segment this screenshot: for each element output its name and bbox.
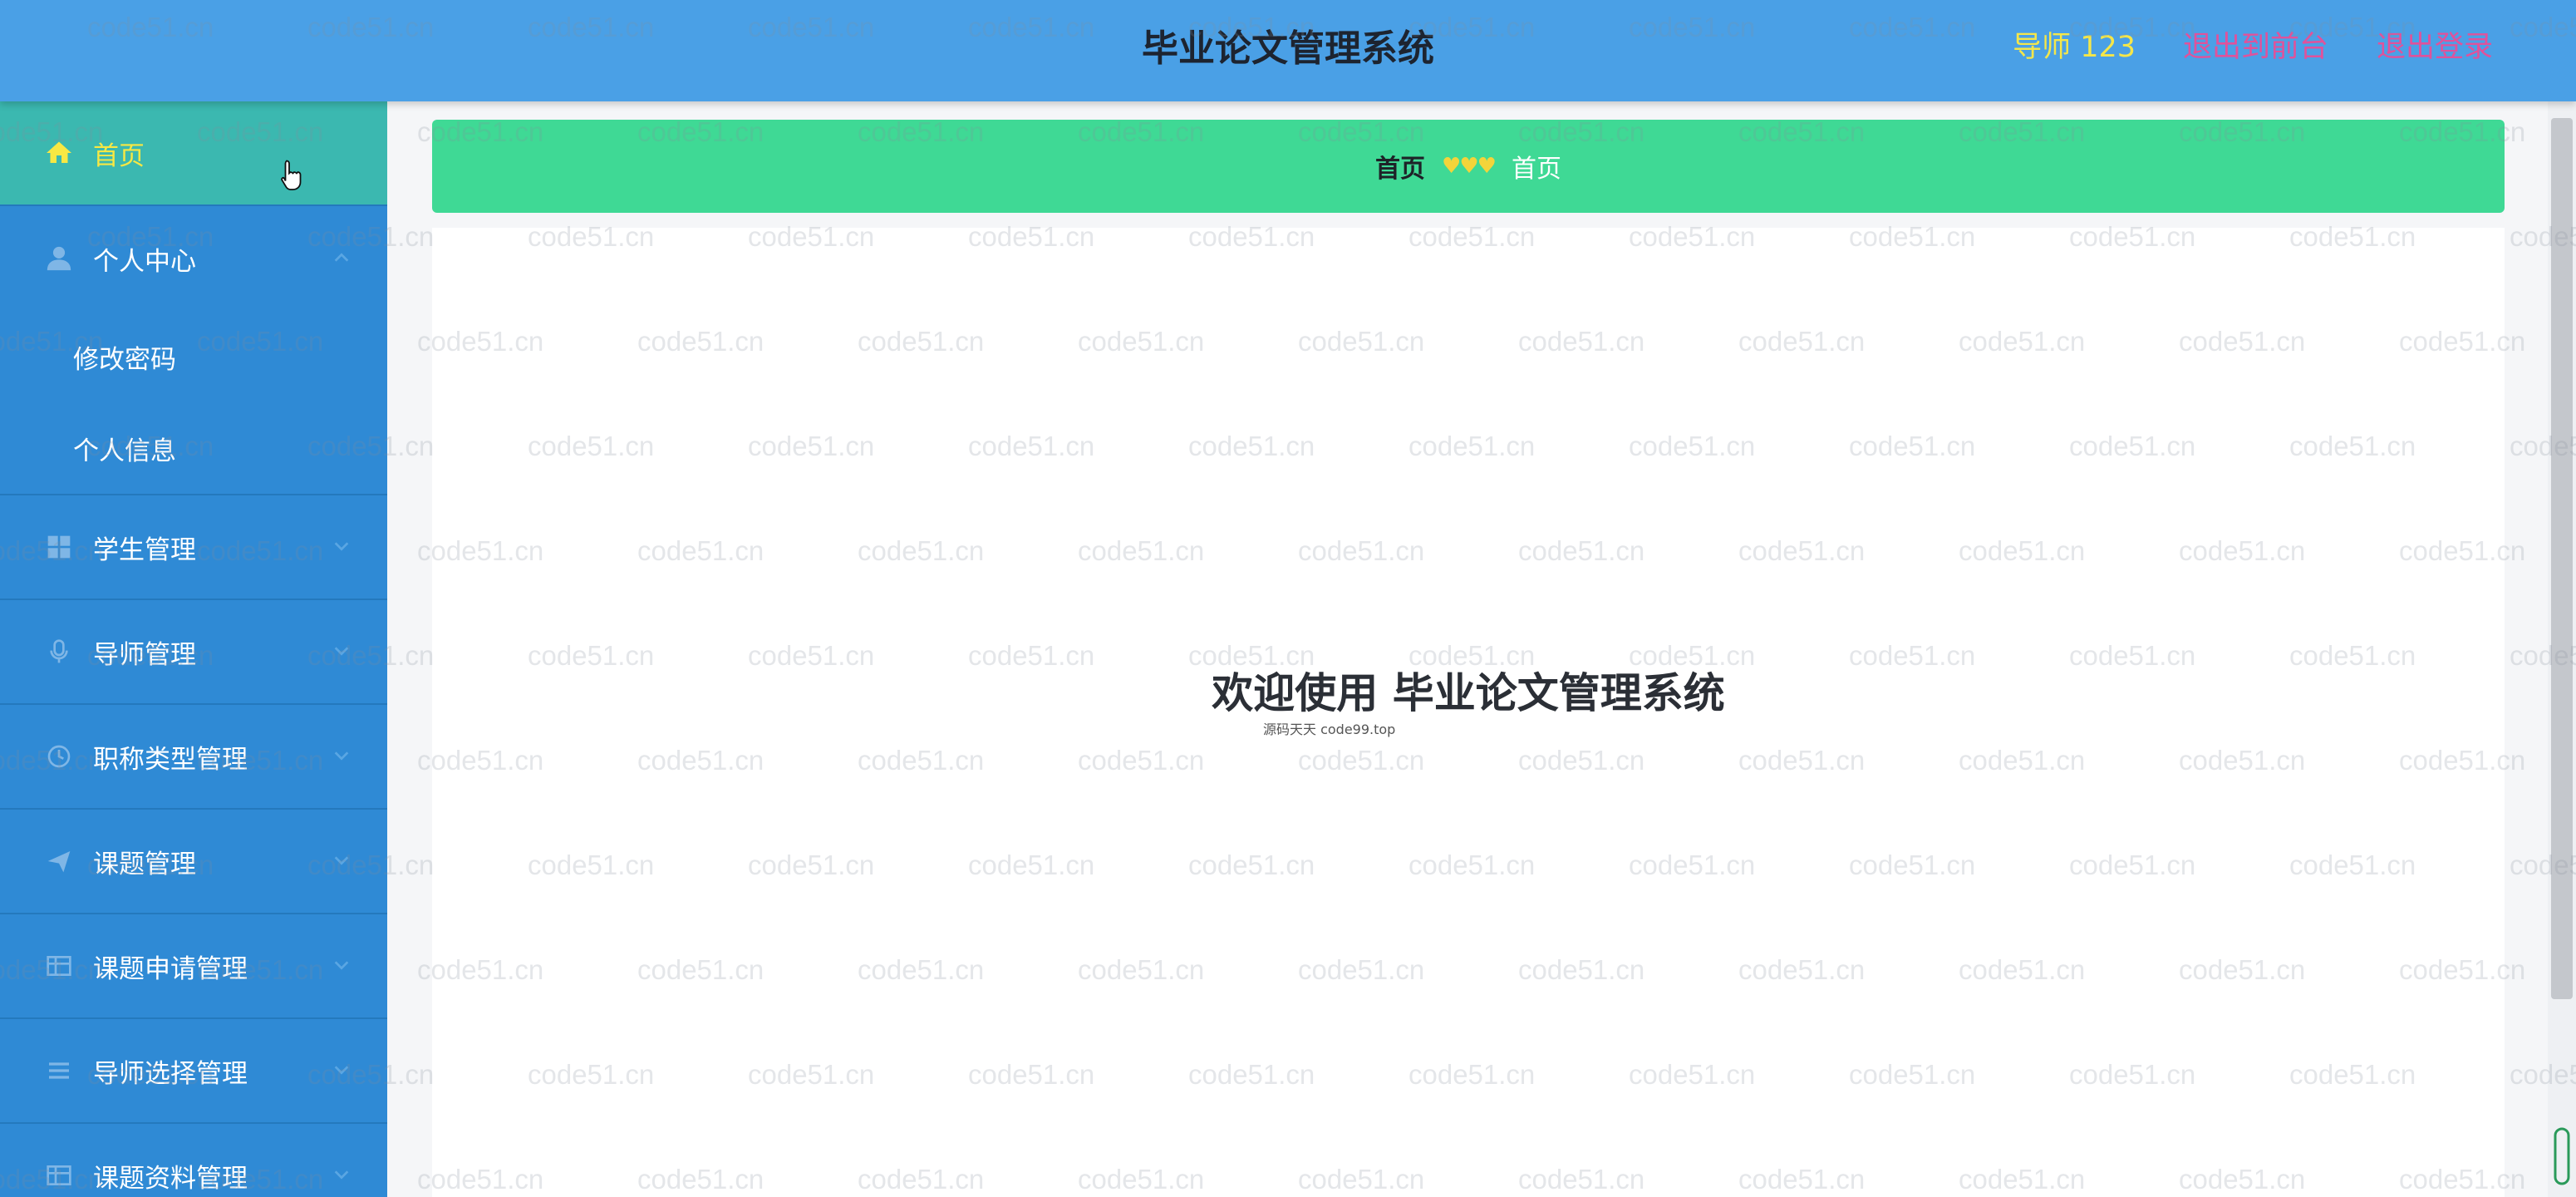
chevron-down-icon xyxy=(334,1066,349,1075)
page-scrollbar[interactable] xyxy=(2548,101,2576,1197)
table-icon xyxy=(43,950,75,982)
chevron-down-icon xyxy=(334,961,349,970)
top-header: 毕业论文管理系统 导师 123 退出到前台 退出登录 xyxy=(0,0,2576,101)
chevron-down-icon xyxy=(334,647,349,656)
microphone-icon xyxy=(43,636,75,667)
logout-link[interactable]: 退出登录 xyxy=(2377,0,2493,101)
list-icon xyxy=(43,1055,75,1086)
chevron-down-icon xyxy=(334,751,349,761)
current-user-label: 导师 123 xyxy=(2013,31,2136,64)
table-icon xyxy=(43,1160,75,1191)
sidebar-item-topic-material-management[interactable]: 课题资料管理 xyxy=(0,1124,387,1197)
sidebar-item-label: 课题管理 xyxy=(93,849,196,879)
sidebar-item-tutor-selection-management[interactable]: 导师选择管理 xyxy=(0,1019,387,1124)
sidebar-menu: 首页 个人中心 修改密码 个人信息 学生管理 导师管理 职称类型管理 课题管理 … xyxy=(0,101,387,1197)
sidebar-item-home[interactable]: 首页 xyxy=(0,101,387,206)
sidebar-item-tutor-management[interactable]: 导师管理 xyxy=(0,600,387,705)
chevron-down-icon xyxy=(334,856,349,865)
exit-to-front-link[interactable]: 退出到前台 xyxy=(2183,0,2328,101)
grid-icon xyxy=(43,531,75,563)
sidebar-item-label: 导师管理 xyxy=(93,639,196,670)
sidebar-subitem-personal-info[interactable]: 个人信息 xyxy=(0,402,387,494)
scrollbar-thumb[interactable] xyxy=(2551,118,2573,999)
sidebar-item-topic-application-management[interactable]: 课题申请管理 xyxy=(0,914,387,1019)
main-content: 首页 ♥♥♥ 首页 欢迎使用 毕业论文管理系统 源码天天 code99.top xyxy=(387,101,2548,1197)
resize-grip-icon xyxy=(2554,1127,2570,1185)
home-icon xyxy=(43,137,75,169)
sidebar-item-label: 课题资料管理 xyxy=(93,1163,248,1194)
chevron-down-icon xyxy=(334,1170,349,1180)
sidebar-item-label: 首页 xyxy=(93,140,145,171)
breadcrumb: 首页 ♥♥♥ 首页 xyxy=(432,120,2505,213)
sidebar-item-label: 导师选择管理 xyxy=(93,1058,248,1089)
source-note: 源码天天 code99.top xyxy=(1263,722,1396,737)
sidebar-item-personal-center[interactable]: 个人中心 xyxy=(0,206,387,311)
sidebar-item-label: 课题申请管理 xyxy=(93,953,248,984)
breadcrumb-home-link[interactable]: 首页 xyxy=(1375,148,1425,185)
sidebar-item-title-type-management[interactable]: 职称类型管理 xyxy=(0,705,387,810)
sidebar-item-label: 学生管理 xyxy=(93,534,196,565)
sidebar-item-student-management[interactable]: 学生管理 xyxy=(0,495,387,600)
sidebar-item-label: 职称类型管理 xyxy=(93,744,248,775)
hand-cursor-icon xyxy=(281,160,302,190)
breadcrumb-separator-hearts: ♥♥♥ xyxy=(1442,154,1497,179)
chevron-down-icon xyxy=(334,542,349,551)
breadcrumb-current: 首页 xyxy=(1511,155,1561,184)
sidebar-item-topic-management[interactable]: 课题管理 xyxy=(0,810,387,914)
sidebar-subitem-change-password[interactable]: 修改密码 xyxy=(0,311,387,402)
user-icon xyxy=(43,243,75,274)
sidebar-group-personal: 个人中心 修改密码 个人信息 xyxy=(0,206,387,495)
chevron-up-icon xyxy=(334,253,349,262)
sidebar-item-label: 个人中心 xyxy=(93,246,196,277)
refresh-icon xyxy=(43,741,75,772)
home-panel: 欢迎使用 毕业论文管理系统 源码天天 code99.top xyxy=(432,228,2505,1197)
welcome-heading: 欢迎使用 毕业论文管理系统 xyxy=(1212,669,1725,717)
send-icon xyxy=(43,845,75,877)
